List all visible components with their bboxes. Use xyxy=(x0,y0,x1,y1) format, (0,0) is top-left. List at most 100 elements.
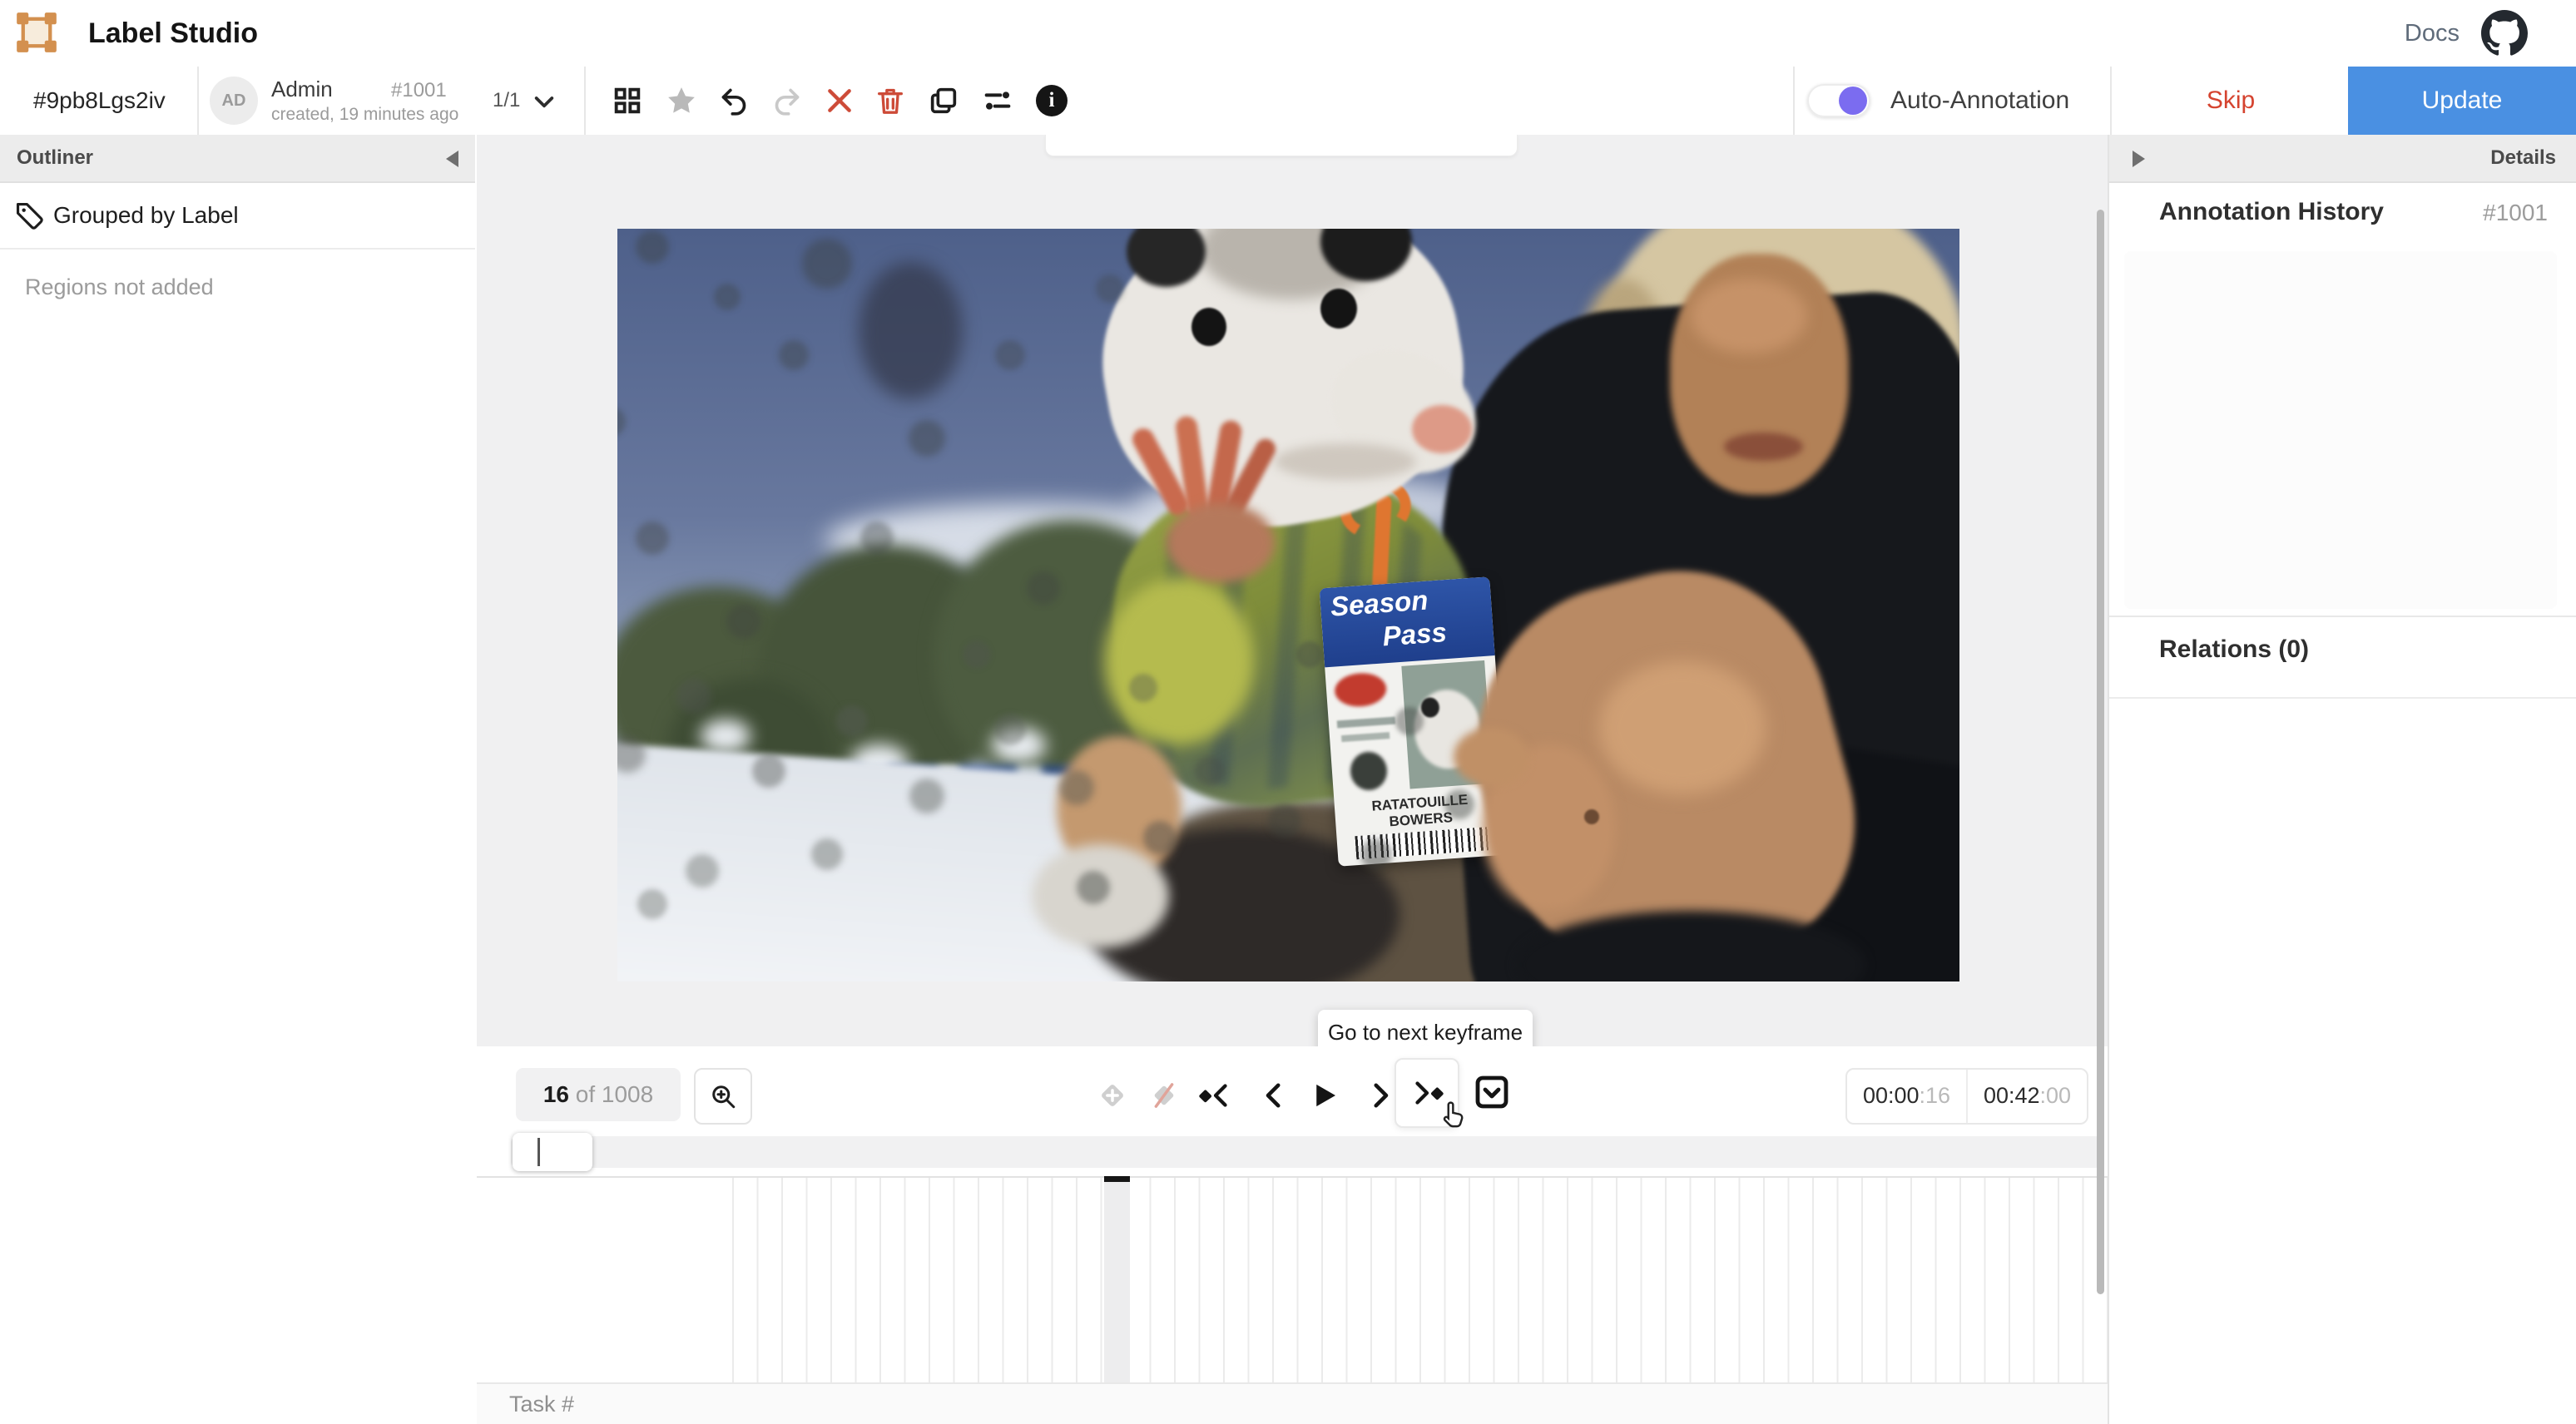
face-highlight xyxy=(1691,279,1807,354)
play-button[interactable] xyxy=(1303,1075,1345,1116)
toggle-knob xyxy=(1839,87,1867,115)
opossum-eye xyxy=(1191,308,1226,346)
tag-icon xyxy=(13,200,45,231)
frame-current: 16 xyxy=(543,1081,569,1107)
bokeh-large xyxy=(859,262,963,399)
snow-patch xyxy=(992,728,1046,763)
hand-knuckle xyxy=(1167,503,1275,582)
seekbar-handle[interactable] xyxy=(513,1133,592,1171)
divider xyxy=(2109,697,2576,699)
label-studio-app: Label Studio Docs #9pb8Lgs2iv AD Admin c… xyxy=(0,0,2576,1424)
collapse-timeline-button[interactable] xyxy=(1471,1071,1513,1113)
playhead-marker[interactable] xyxy=(1104,1176,1130,1182)
label-studio-logo-icon[interactable] xyxy=(15,11,58,54)
zoom-button[interactable] xyxy=(694,1068,752,1125)
task-label: Task # xyxy=(509,1384,574,1424)
chevron-left-icon xyxy=(1256,1078,1291,1113)
task-row: Task # xyxy=(477,1384,2108,1424)
annotator-avatar[interactable]: AD xyxy=(210,77,258,125)
badge-logo xyxy=(1334,671,1388,708)
sweater-highlight xyxy=(1104,578,1254,744)
auto-annotation-label: Auto-Annotation xyxy=(1890,67,2069,135)
annotation-history-empty xyxy=(2124,251,2557,609)
annotation-toolbar: #9pb8Lgs2iv AD Admin created, 19 minutes… xyxy=(0,67,2576,136)
chevron-right-icon xyxy=(1363,1078,1398,1113)
time-elapsed-main: 00:00 xyxy=(1863,1083,1920,1108)
keyframe-slash-icon xyxy=(1147,1078,1181,1113)
hand-cursor-icon xyxy=(1435,1098,1470,1133)
divider xyxy=(197,67,199,135)
timeline-ruler[interactable] xyxy=(732,1178,2108,1382)
github-icon[interactable] xyxy=(2481,10,2528,57)
outliner-header: Outliner xyxy=(0,135,475,183)
docs-link[interactable]: Docs xyxy=(2405,0,2460,67)
details-header: Details xyxy=(2109,135,2576,183)
opossum-nose xyxy=(1412,405,1472,453)
update-button[interactable]: Update xyxy=(2348,67,2576,135)
time-total-main: 00:42 xyxy=(1984,1083,2040,1108)
main-canvas: Season Pass RATATOUILLE BOWERS xyxy=(477,135,2108,1046)
group-by-label-row[interactable]: Grouped by Label xyxy=(0,183,475,250)
player-panel: 16 of 1008 xyxy=(477,1046,2108,1424)
time-elapsed: 00:00:16 xyxy=(1847,1070,1968,1123)
seekbar-track[interactable] xyxy=(511,1136,2102,1168)
vertical-scrollbar[interactable] xyxy=(2097,210,2104,1294)
badge-text-line xyxy=(1341,732,1390,742)
outliner-title: Outliner xyxy=(17,135,93,181)
snow-patch xyxy=(701,719,751,753)
outliner-panel: Outliner Grouped by Label Regions not ad… xyxy=(0,135,478,1424)
collapse-right-icon[interactable] xyxy=(2133,151,2145,167)
opossum-eye xyxy=(1320,289,1357,329)
skip-button[interactable]: Skip xyxy=(2110,67,2350,135)
time-total: 00:42:00 xyxy=(1968,1070,2087,1123)
auto-annotation-toggle[interactable] xyxy=(1807,84,1870,117)
delete-annotation-button[interactable] xyxy=(870,81,910,121)
prev-keyframe-button[interactable] xyxy=(1195,1075,1236,1116)
details-panel: Details Annotation History #1001 Relatio… xyxy=(2108,135,2576,1424)
playhead-column xyxy=(1104,1178,1130,1382)
hand-highlight xyxy=(1599,661,1766,794)
seekbar-position-line xyxy=(537,1138,540,1166)
toggle-interpolation-button[interactable] xyxy=(1143,1075,1185,1116)
details-title: Details xyxy=(2490,135,2556,181)
chevron-down-icon[interactable] xyxy=(531,88,557,115)
badge-emblem xyxy=(1349,750,1388,791)
frame-counter: 16 of 1008 xyxy=(516,1068,681,1121)
undo-button[interactable] xyxy=(714,81,754,121)
annotation-history-title: Annotation History xyxy=(2159,198,2384,226)
divider xyxy=(584,67,586,135)
annotation-pager: 1/1 xyxy=(493,67,520,135)
task-id: #9pb8Lgs2iv xyxy=(33,67,166,135)
opossum-chin xyxy=(1275,443,1416,480)
left-cuff xyxy=(1032,844,1169,948)
regions-empty-text: Regions not added xyxy=(25,274,214,300)
app-title: Label Studio xyxy=(88,0,258,67)
prev-frame-button[interactable] xyxy=(1253,1075,1295,1116)
collapse-box-icon xyxy=(1472,1072,1512,1112)
collapse-left-icon[interactable] xyxy=(446,151,458,167)
video-frame[interactable]: Season Pass RATATOUILLE BOWERS xyxy=(617,229,1959,981)
prev-keyframe-icon xyxy=(1196,1078,1235,1113)
badge-title: Pass xyxy=(1381,616,1448,652)
duplicate-annotation-button[interactable] xyxy=(924,81,964,121)
badge-text-line xyxy=(1337,717,1395,729)
add-keyframe-icon xyxy=(1095,1078,1130,1113)
redo-button[interactable] xyxy=(767,81,807,121)
tooltip: Go to next keyframe xyxy=(1318,1010,1533,1046)
view-all-grid-button[interactable] xyxy=(607,81,647,121)
annotator-name: Admin xyxy=(271,77,333,102)
play-icon xyxy=(1306,1078,1341,1113)
annotation-created: created, 19 minutes ago xyxy=(271,105,458,125)
reset-button[interactable] xyxy=(820,81,859,121)
settings-sliders-button[interactable] xyxy=(978,81,1018,121)
ground-truth-star-button[interactable] xyxy=(661,81,701,121)
divider xyxy=(2109,616,2576,617)
frame-total: of 1008 xyxy=(576,1081,653,1107)
app-header: Label Studio Docs xyxy=(0,0,2576,68)
add-keyframe-button[interactable] xyxy=(1092,1075,1133,1116)
badge-barcode xyxy=(1355,827,1489,859)
info-button[interactable]: i xyxy=(1032,81,1072,121)
annotation-id: #1001 xyxy=(391,79,447,102)
person-mouth xyxy=(1724,433,1803,461)
magnifier-plus-icon xyxy=(708,1081,738,1111)
